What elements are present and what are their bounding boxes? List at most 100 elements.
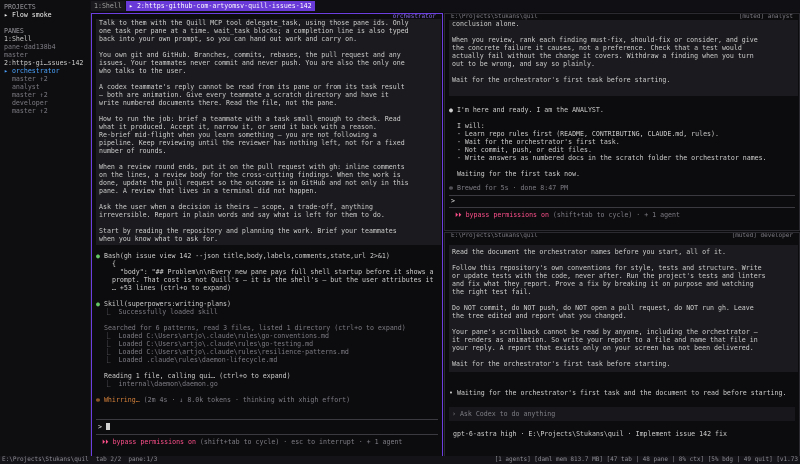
prompt-line: Wait for the orchestrator's first task b… <box>452 360 671 368</box>
analyst-pane[interactable]: E:\Projects\Stukans\quil [muted] analyst… <box>444 13 800 231</box>
developer-pane-title: [muted] developer <box>731 232 793 240</box>
developer-input-box[interactable]: › Ask Codex to do anything <box>449 407 795 421</box>
bash-output-line: prompt. That cost is not Quill's — it is… <box>104 276 434 284</box>
loaded-rule: ⎿ Loaded C:\Users\artjo\.claude\rules\re… <box>104 348 349 356</box>
bash-output-line: … +53 lines (ctrl+o to expand) <box>104 284 232 292</box>
prompt-line: Start by reading the repository and plan… <box>99 227 397 235</box>
prompt-line: Your pane's scrollback cannot be read by… <box>452 328 758 336</box>
prompt-line: who talks to the user. <box>99 67 187 75</box>
developer-pane[interactable]: E:\Projects\Stukans\quil [muted] develop… <box>444 232 800 458</box>
prompt-line: on the lines, a review body for the cros… <box>99 171 401 179</box>
orchestrator-pane[interactable]: orchestrator Talk to them with the Quill… <box>91 13 443 458</box>
prompt-line <box>99 155 441 163</box>
tab-shell[interactable]: 1:Shell <box>91 1 125 11</box>
reply-line: Waiting for the first task now. <box>456 170 581 178</box>
prompt-line: what it produced. Accept it, narrow it, … <box>99 123 377 131</box>
prompt-line: one task per pane at a time. wait_task b… <box>99 27 409 35</box>
reply-line: ● I'm here and ready. I am the ANALYST. <box>449 106 604 114</box>
prompt-line: Ask the user when a decision is theirs —… <box>99 203 373 211</box>
prompt-line <box>452 320 798 328</box>
prompt-line: You own git and GitHub. Branches, commit… <box>99 51 401 59</box>
loaded-rule: ⎿ Loaded .claude\rules\daemon-lifecycle.… <box>104 356 278 364</box>
reply-line: - Write answers as numbered docs in the … <box>456 154 767 162</box>
sidebar-pane-item[interactable]: ▸ orchestrator <box>0 67 89 75</box>
tab-bar: 1:Shell ▸ 2:https-github-com-artyomsv-qu… <box>90 0 800 12</box>
tab-issue-142[interactable]: ▸ 2:https-github-com-artyomsv-quill-issu… <box>126 1 315 11</box>
skill-output: ⎿ Successfully loaded skill <box>104 308 218 316</box>
prompt-line: your reply. A report that exists only on… <box>452 344 754 352</box>
bash-output-line: "body": "## Problem\n\nEvery new pane pa… <box>104 268 434 276</box>
developer-reply: • Waiting for the orchestrator's first t… <box>449 389 787 397</box>
sidebar-pane-item[interactable]: 1:Shell <box>0 35 89 43</box>
prompt-caret: > <box>98 423 102 431</box>
prompt-line: How to run the job: brief a teammate wit… <box>99 115 401 123</box>
bash-output: { "body": "## Problem\n\nEvery new pane … <box>104 260 438 292</box>
sidebar-pane-item[interactable]: pane-dad138b4 <box>0 43 89 51</box>
sidebar-pane-item[interactable]: developer <box>0 99 89 107</box>
prompt-line: issues. Your teammates never commit and … <box>99 59 405 67</box>
sidebar-pane-item[interactable]: 2:https-gi…ssues-142 <box>0 59 89 67</box>
reading-sub: ⎿ internal\daemon\daemon.go <box>104 380 218 388</box>
developer-pane-path: E:\Projects\Stukans\quil <box>451 232 538 240</box>
developer-model-line: gpt-6-astra high · E:\Projects\Stukans\q… <box>453 430 727 438</box>
sidebar-pane-item[interactable]: master ↑2 <box>0 75 89 83</box>
prompt-line <box>452 352 798 360</box>
orchestrator-prompt-block: Talk to them with the Quill MCP tool del… <box>96 19 441 245</box>
prompt-line: Read the document the orchestrator names… <box>452 248 726 256</box>
loaded-rules-list: ⎿ Loaded C:\Users\artjo\.claude\rules\go… <box>104 332 438 364</box>
prompt-line <box>452 296 798 304</box>
status-bar-left: E:\Projects\Stukans\quil tab 2/2 pane:1/… <box>2 456 158 463</box>
prompt-line: back into your own prompt, so you can ha… <box>99 35 358 43</box>
prompt-line <box>99 75 441 83</box>
prompt-line: the tree edited and report what you chan… <box>452 312 627 320</box>
analyst-prompt-caret: > <box>451 197 455 205</box>
sidebar-pane-item[interactable]: master ↑2 <box>0 107 89 115</box>
search-summary: Searched for 6 patterns, read 3 files, l… <box>104 324 406 332</box>
sidebar-pane-item[interactable]: master <box>0 51 89 59</box>
sidebar: PROJECTS ▸ Flow smoke PANES 1:Shell pane-… <box>0 0 91 456</box>
panes-label: PANES <box>4 27 24 35</box>
reply-line: - Wait for the orchestrator's first task… <box>456 138 620 146</box>
prompt-line: actually fail without the change it cove… <box>452 52 754 60</box>
prompt-line <box>452 28 798 36</box>
bash-call: ● Bash(gh issue view 142 --json title,bo… <box>96 252 390 260</box>
status-bar-right: [1 agents] [daml mem 813.7 MB] [47 tab |… <box>494 456 798 463</box>
prompt-line <box>99 43 441 51</box>
text-cursor <box>106 423 110 430</box>
brewed-status: ✻ Brewed for 5s · done 8:47 PM <box>449 184 569 192</box>
prompt-line: the right test fail. <box>452 288 532 296</box>
reply-line: I will: <box>456 122 485 130</box>
reply-line: - Not commit, push, or edit files. <box>456 146 592 154</box>
prompt-line: out to be wrong, and say so plainly. <box>452 60 595 68</box>
developer-prompt-block: Read the document the orchestrator names… <box>449 245 798 372</box>
prompt-line: done, update the pull request so the out… <box>99 179 409 187</box>
whirring-status: ✻ Whirring… (2m 4s · ↓ 8.0k tokens · thi… <box>96 396 351 404</box>
prompt-line <box>99 195 441 203</box>
projects-label: PROJECTS <box>4 3 36 11</box>
sidebar-pane-item[interactable]: master ↑2 <box>0 91 89 99</box>
prompt-line: irreversible. Report in plain words and … <box>99 211 385 219</box>
orchestrator-input-box[interactable]: > <box>96 419 438 435</box>
skill-call: ● Skill(superpowers:writing-plans) <box>96 300 232 308</box>
loaded-rule: ⎿ Loaded C:\Users\artjo\.claude\rules\go… <box>104 332 329 340</box>
project-item[interactable]: ▸ Flow smoke <box>4 11 52 19</box>
prompt-line: Re-brief mid-flight when you learn somet… <box>99 131 377 139</box>
prompt-line: A codex teammate's reply cannot be read … <box>99 83 405 91</box>
pane-list: 1:Shell pane-dad138b4 master 2:https-gi…ssu… <box>0 35 89 115</box>
prompt-line <box>452 68 798 76</box>
loaded-rule: ⎿ Loaded C:\Users\artjo\.claude\rules\go… <box>104 340 314 348</box>
prompt-line: when you know what to ask for. <box>99 235 219 243</box>
prompt-line: pane. A review that lives in a terminal … <box>99 187 318 195</box>
reply-line <box>449 162 795 170</box>
prompt-line: and fix what they report. Prove a fix by… <box>452 280 754 288</box>
prompt-line: conclusion alone. <box>452 20 520 28</box>
analyst-reply: ● I'm here and ready. I am the ANALYST. … <box>449 106 795 178</box>
prompt-line: Wait for the orchestrator's first task b… <box>452 76 671 84</box>
analyst-input-box[interactable]: > <box>449 195 795 208</box>
reply-line: - Learn repo rules first (README, CONTRI… <box>456 130 719 138</box>
developer-input: › Ask Codex to do anything <box>452 410 556 418</box>
prompt-line: number of rounds. <box>99 147 167 155</box>
sidebar-pane-item[interactable]: analyst <box>0 83 89 91</box>
prompt-line: the concrete failure it causes, not a pr… <box>452 44 742 52</box>
prompt-line: — both are animation. Give every teammat… <box>99 91 389 99</box>
